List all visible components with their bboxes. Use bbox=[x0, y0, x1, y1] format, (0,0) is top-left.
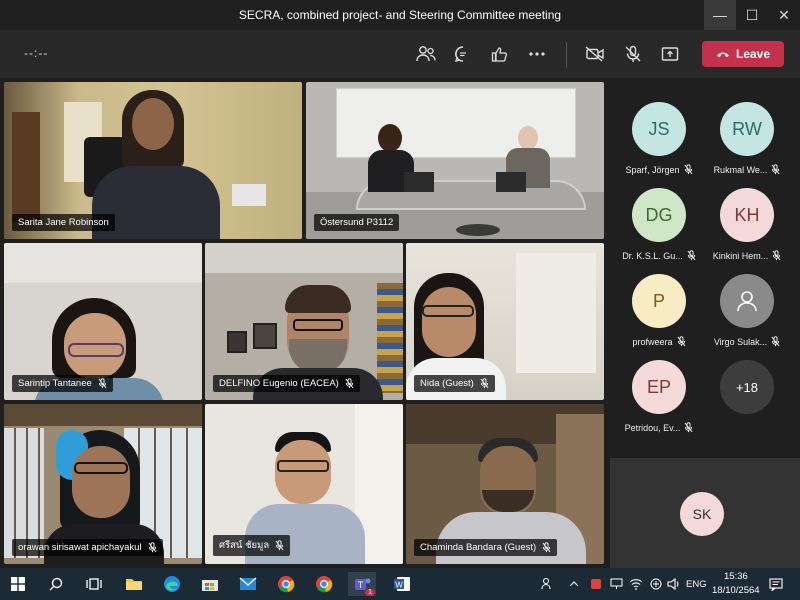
roster-participant[interactable]: RW Rukmal We... bbox=[702, 102, 792, 175]
notifications-icon[interactable] bbox=[764, 572, 788, 596]
wifi-icon[interactable] bbox=[626, 572, 646, 596]
window-controls: — ☐ ✕ bbox=[704, 0, 800, 30]
roster-participant[interactable]: JS Sparf, Jörgen bbox=[614, 102, 704, 175]
volume-icon[interactable] bbox=[664, 572, 684, 596]
avatar: P bbox=[632, 274, 686, 328]
roster-participant[interactable]: EP Petridou, Ev... bbox=[614, 360, 704, 433]
avatar: JS bbox=[632, 102, 686, 156]
mail-icon[interactable] bbox=[234, 572, 262, 596]
mic-muted-icon bbox=[345, 378, 354, 389]
participant-name-tag: Nida (Guest) bbox=[414, 375, 495, 392]
chat-icon[interactable] bbox=[450, 42, 476, 66]
minimize-button[interactable]: — bbox=[704, 0, 736, 30]
windows-icon bbox=[11, 577, 25, 591]
people-icon[interactable] bbox=[538, 572, 558, 596]
video-tile[interactable]: Sarintip Tantanee bbox=[4, 243, 202, 400]
mic-muted-icon bbox=[275, 540, 284, 551]
more-options-icon[interactable] bbox=[524, 42, 550, 66]
mic-muted-icon bbox=[771, 336, 780, 347]
participant-name-tag: DELFINO Eugenio (EACEA) bbox=[213, 375, 360, 392]
phone-hangup-icon bbox=[716, 52, 729, 58]
self-view: SK bbox=[610, 458, 800, 568]
more-participants-button[interactable]: +18 bbox=[702, 360, 792, 414]
store-icon[interactable] bbox=[196, 572, 224, 596]
maximize-button[interactable]: ☐ bbox=[736, 0, 768, 30]
title-bar: SECRA, combined project- and Steering Co… bbox=[0, 0, 800, 30]
reactions-icon[interactable] bbox=[487, 42, 513, 66]
user-icon bbox=[737, 291, 757, 312]
clock-time[interactable]: 15:36 bbox=[724, 571, 748, 582]
camera-off-icon[interactable] bbox=[582, 42, 608, 66]
avatar: DG bbox=[632, 188, 686, 242]
participant-name-tag: orawan sirisawat apichayakul bbox=[12, 539, 163, 556]
video-tile[interactable]: orawan sirisawat apichayakul bbox=[4, 404, 202, 564]
battery-saver-icon[interactable] bbox=[586, 572, 606, 596]
chrome-icon-2[interactable] bbox=[310, 572, 338, 596]
overflow-count: +18 bbox=[720, 360, 774, 414]
input-language[interactable]: ENG bbox=[686, 579, 707, 590]
close-button[interactable]: ✕ bbox=[768, 0, 800, 30]
mic-muted-icon bbox=[771, 164, 780, 175]
roster-participant[interactable]: Virgo Sulak... bbox=[702, 274, 792, 347]
roster-participant[interactable]: KH Kinkini Hem... bbox=[702, 188, 792, 261]
monitor-icon[interactable] bbox=[606, 572, 626, 596]
teams-icon[interactable]: T 1 bbox=[348, 572, 376, 596]
toolbar-divider bbox=[566, 42, 567, 68]
default-user-avatar bbox=[720, 274, 774, 328]
video-tile[interactable]: Östersund P3112 bbox=[306, 82, 604, 239]
task-view-icon[interactable] bbox=[80, 572, 108, 596]
network-status-icon[interactable] bbox=[646, 572, 666, 596]
video-tile[interactable]: Nida (Guest) bbox=[406, 243, 604, 400]
teams-badge: 1 bbox=[365, 589, 375, 596]
mic-muted-icon bbox=[687, 250, 696, 261]
word-icon[interactable]: W bbox=[388, 572, 416, 596]
video-tile[interactable]: DELFINO Eugenio (EACEA) bbox=[205, 243, 403, 400]
chrome-icon[interactable] bbox=[272, 572, 300, 596]
avatar: EP bbox=[632, 360, 686, 414]
roster-participant[interactable]: DG Dr. K.S.L. Gu... bbox=[614, 188, 704, 261]
mic-muted-icon bbox=[677, 336, 685, 347]
participant-name-tag: Chaminda Bandara (Guest) bbox=[414, 539, 558, 556]
participant-roster: JS Sparf, Jörgen RW Rukmal We... DG Dr. … bbox=[610, 78, 800, 568]
svg-text:W: W bbox=[395, 580, 403, 589]
video-tile[interactable]: ศรีสน์ ชัยมูล bbox=[205, 404, 403, 564]
video-stage: Sarita Jane Robinson Östersund P3112 Sar… bbox=[0, 78, 800, 568]
avatar: KH bbox=[720, 188, 774, 242]
participant-name-tag: Östersund P3112 bbox=[314, 214, 400, 231]
windows-taskbar: T 1 W ENG 15:36 18/10/2564 bbox=[0, 568, 800, 600]
roster-participant[interactable]: P profweera bbox=[614, 274, 704, 347]
mic-muted-icon bbox=[480, 378, 489, 389]
leave-button[interactable]: Leave bbox=[702, 41, 784, 67]
chevron-up-icon[interactable] bbox=[564, 572, 584, 596]
avatar: RW bbox=[720, 102, 774, 156]
mic-muted-icon bbox=[542, 542, 551, 553]
leave-label: Leave bbox=[735, 47, 771, 61]
participant-name-tag: ศรีสน์ ชัยมูล bbox=[213, 535, 291, 556]
mic-muted-icon bbox=[98, 378, 107, 389]
start-button[interactable] bbox=[4, 572, 32, 596]
mic-muted-icon bbox=[772, 250, 781, 261]
participants-icon[interactable] bbox=[413, 42, 439, 66]
self-avatar: SK bbox=[680, 492, 724, 536]
search-icon[interactable] bbox=[42, 572, 70, 596]
mic-muted-icon bbox=[684, 422, 693, 433]
video-tile[interactable]: Sarita Jane Robinson bbox=[4, 82, 302, 239]
meeting-toolbar: --:-- Leave bbox=[0, 30, 800, 78]
participant-name-tag: Sarita Jane Robinson bbox=[12, 214, 115, 231]
mic-muted-icon bbox=[148, 542, 157, 553]
participant-name-tag: Sarintip Tantanee bbox=[12, 375, 113, 392]
meeting-timer: --:-- bbox=[24, 46, 49, 60]
edge-icon[interactable] bbox=[158, 572, 186, 596]
share-screen-icon[interactable] bbox=[657, 42, 683, 66]
video-tile[interactable]: Chaminda Bandara (Guest) bbox=[406, 404, 604, 564]
mic-muted-icon bbox=[684, 164, 692, 175]
mic-off-icon[interactable] bbox=[620, 42, 646, 66]
svg-text:T: T bbox=[358, 580, 364, 590]
window-title: SECRA, combined project- and Steering Co… bbox=[238, 8, 562, 22]
clock-date[interactable]: 18/10/2564 bbox=[712, 585, 760, 596]
file-explorer-icon[interactable] bbox=[120, 572, 148, 596]
